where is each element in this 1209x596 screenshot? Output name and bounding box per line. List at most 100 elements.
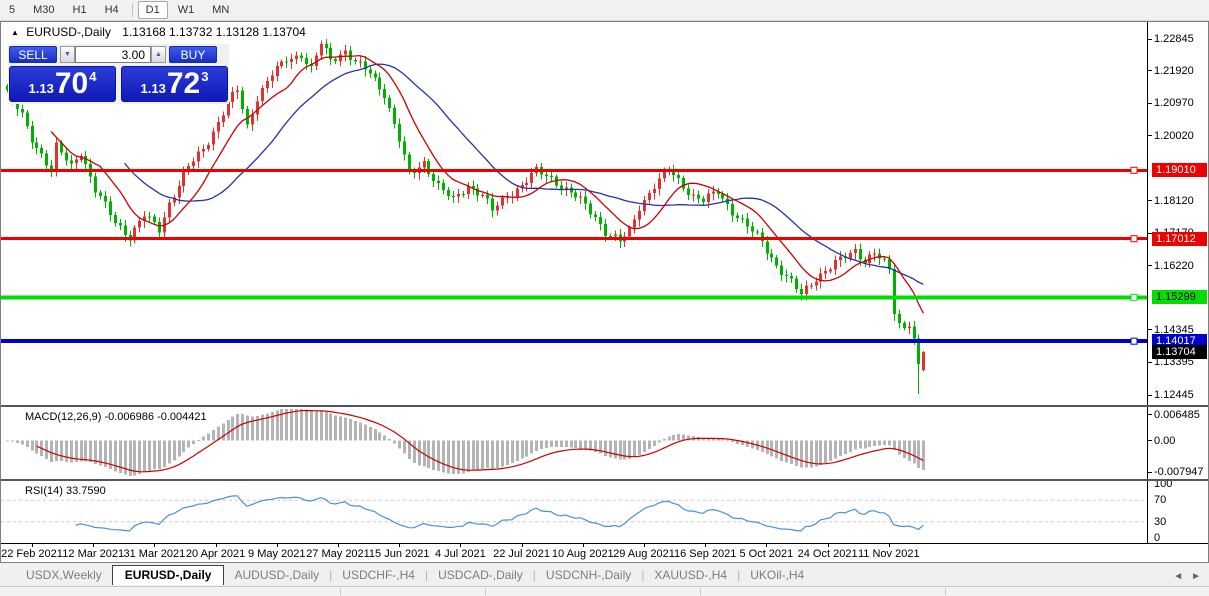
price-axis-tick-label: 1.18120 [1154, 195, 1194, 207]
rsi-pane-splitter[interactable] [1, 479, 1208, 481]
timeframe-button-w1[interactable]: W1 [170, 1, 203, 19]
tab-scroll-nav: ◄► [1169, 571, 1205, 582]
date-axis-tick [399, 544, 400, 547]
price-axis-tick [1148, 265, 1152, 266]
date-axis-tick [705, 544, 706, 547]
price-axis-tick [1148, 362, 1152, 363]
tab-scroll-left-icon[interactable]: ◄ [1169, 571, 1187, 582]
date-axis-label: 5 Oct 2021 [731, 548, 801, 560]
hline-price-label: 1.15299 [1152, 290, 1207, 304]
macd-indicator-label: MACD(12,26,9) -0.006986 -0.004421 [25, 411, 207, 423]
price-axis-tick [1148, 103, 1152, 104]
chart-title: ▲ EURUSD-,Daily 1.13168 1.13732 1.13128 … [11, 25, 306, 39]
date-axis-label: 31 Mar 2021 [119, 548, 189, 560]
symbol-tab-xauusd-h4[interactable]: XAUUSD-,H4 [644, 565, 737, 585]
price-axis-tick-label: 1.16220 [1154, 260, 1194, 272]
date-axis-label: 9 May 2021 [242, 548, 312, 560]
timeframe-toolbar: 5M30H1H4 D1W1MN [0, 0, 1209, 21]
buy-price-point: 3 [201, 69, 208, 84]
date-axis-label: 22 Jul 2021 [487, 548, 557, 560]
symbol-tab-eurusd-daily[interactable]: EURUSD-,Daily [112, 565, 225, 585]
date-axis-label: 29 Aug 2021 [609, 548, 679, 560]
sell-price-pips: 70 [55, 69, 88, 99]
timeframe-button-h1[interactable]: H1 [65, 1, 95, 19]
macd-pane-splitter[interactable] [1, 405, 1208, 407]
symbol-tab-ukoil-h4[interactable]: UKOil-,H4 [740, 565, 814, 585]
timeframe-button-m30[interactable]: M30 [25, 1, 62, 19]
volume-input[interactable] [75, 46, 151, 63]
symbol-tab-audusd-daily[interactable]: AUDUSD-,Daily [224, 565, 329, 585]
price-axis-tick [1148, 39, 1152, 40]
price-axis-tick-label: 1.20970 [1154, 97, 1194, 109]
status-bar-divider [485, 588, 486, 595]
date-axis-label: 16 Sep 2021 [670, 548, 740, 560]
timeframe-button-h4[interactable]: H4 [97, 1, 127, 19]
symbol-tab-usdx-weekly[interactable]: USDX,Weekly [16, 565, 112, 585]
chart-symbol-period: EURUSD-,Daily [26, 25, 111, 39]
date-axis-tick [216, 544, 217, 547]
status-bar-divider [700, 588, 701, 595]
date-axis-tick [644, 544, 645, 547]
symbol-tab-usdcad-daily[interactable]: USDCAD-,Daily [428, 565, 533, 585]
sell-button[interactable]: SELL [9, 46, 57, 63]
price-axis-tick [1148, 329, 1152, 330]
volume-increase-button[interactable]: ▲ [151, 46, 166, 63]
sell-price-big-figure: 1.13 [29, 81, 54, 96]
date-axis-tick [889, 544, 890, 547]
sell-price-point: 4 [89, 69, 96, 84]
macd-axis-tick [1148, 440, 1152, 441]
date-axis-tick [32, 544, 33, 547]
tab-scroll-right-icon[interactable]: ► [1187, 571, 1205, 582]
date-axis-label: 4 Jul 2021 [425, 548, 495, 560]
symbol-tab-usdchf-h4[interactable]: USDCHF-,H4 [332, 565, 425, 585]
timeframe-button-5[interactable]: 5 [1, 1, 23, 19]
one-click-trading-panel: SELL ▼ ▲ BUY 1.13 70 4 1.13 72 3 [8, 44, 229, 104]
date-axis-tick [460, 544, 461, 547]
date-axis[interactable]: 22 Feb 202112 Mar 202131 Mar 202120 Apr … [1, 543, 1208, 562]
chart-ohlc-values: 1.13168 1.13732 1.13128 1.13704 [122, 25, 306, 39]
timeframe-button-mn[interactable]: MN [204, 1, 237, 19]
date-axis-label: 12 Mar 2021 [58, 548, 128, 560]
macd-axis-tick-label: 0.00 [1154, 435, 1175, 447]
buy-price-big-figure: 1.13 [141, 81, 166, 96]
collapse-panel-icon[interactable]: ▲ [11, 28, 19, 37]
date-axis-tick [583, 544, 584, 547]
date-axis-tick [93, 544, 94, 547]
buy-price-pips: 72 [167, 69, 200, 99]
date-axis-label: 10 Aug 2021 [548, 548, 618, 560]
mt4-window: 5M30H1H4 D1W1MN ▲ EURUSD-,Daily 1.13168 1… [0, 0, 1209, 596]
date-axis-tick [522, 544, 523, 547]
price-axis-tick-label: 1.22845 [1154, 33, 1194, 45]
status-bar-divider [945, 588, 946, 595]
buy-price-box[interactable]: 1.13 72 3 [121, 66, 228, 102]
rsi-canvas[interactable] [1, 483, 1147, 543]
hline-price-label: 1.19010 [1152, 163, 1207, 177]
date-axis-tick [766, 544, 767, 547]
macd-axis-tick-label: 0.006485 [1154, 409, 1200, 421]
symbol-tab-usdcnh-daily[interactable]: USDCNH-,Daily [536, 565, 641, 585]
current-price-label: 1.13704 [1152, 345, 1207, 359]
date-axis-label: 22 Feb 2021 [0, 548, 67, 560]
toolbar-separator [132, 3, 133, 17]
date-axis-tick [828, 544, 829, 547]
date-axis-label: 15 Jun 2021 [364, 548, 434, 560]
status-bar-divider [340, 588, 341, 595]
sell-price-box[interactable]: 1.13 70 4 [9, 66, 116, 102]
price-axis-tick-label: 1.12445 [1154, 389, 1194, 401]
macd-axis-tick [1148, 414, 1152, 415]
price-axis-tick-label: 1.21920 [1154, 65, 1194, 77]
price-axis[interactable]: 1.228451.219201.209701.200201.181201.171… [1147, 22, 1208, 562]
symbol-tab-bar: USDX,WeeklyEURUSD-,DailyAUDUSD-,Daily|US… [0, 564, 1209, 585]
buy-button[interactable]: BUY [169, 46, 217, 63]
date-axis-label: 27 May 2021 [303, 548, 373, 560]
date-axis-label: 24 Oct 2021 [793, 548, 863, 560]
price-axis-tick [1148, 70, 1152, 71]
date-axis-label: 11 Nov 2021 [854, 548, 924, 560]
date-axis-tick [277, 544, 278, 547]
date-axis-tick [338, 544, 339, 547]
volume-decrease-button[interactable]: ▼ [60, 46, 75, 63]
rsi-axis-tick-label: 70 [1154, 494, 1166, 506]
timeframe-button-d1[interactable]: D1 [138, 1, 168, 19]
date-axis-tick [154, 544, 155, 547]
rsi-axis-tick-label: 30 [1154, 516, 1166, 528]
